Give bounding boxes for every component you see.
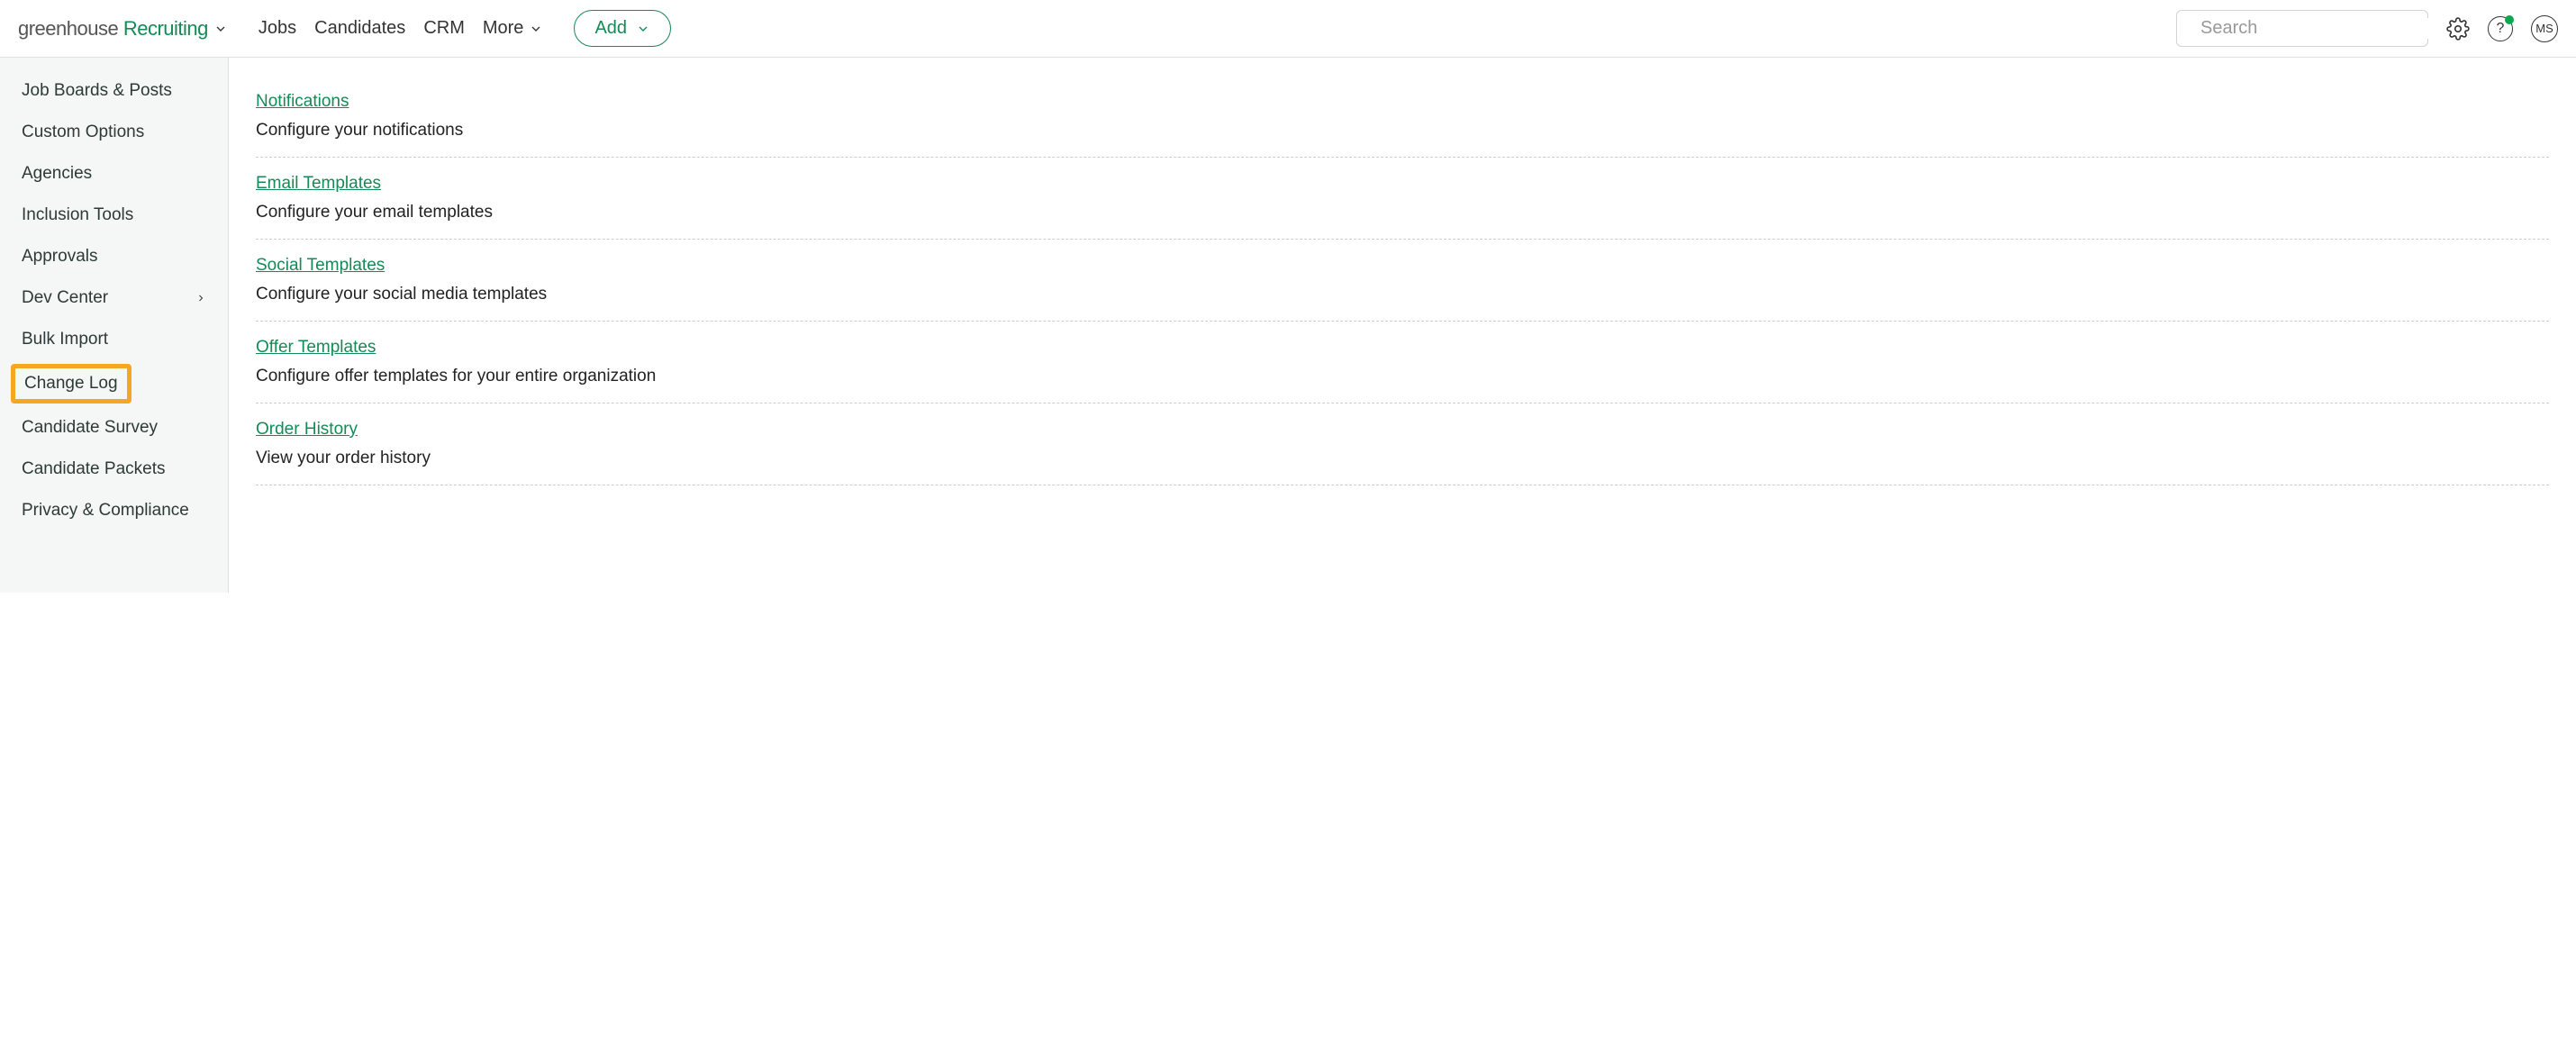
product-switcher[interactable]: greenhouse Recruiting (18, 17, 228, 41)
settings-button[interactable] (2446, 17, 2470, 41)
nav-more-label: More (483, 18, 524, 39)
notification-dot (2505, 15, 2514, 24)
sidebar-item-label: Change Log (24, 374, 118, 393)
setting-offer-templates: Offer Templates Configure offer template… (256, 322, 2549, 404)
sidebar-item-label: Inclusion Tools (22, 205, 133, 225)
body: Job Boards & Posts Custom Options Agenci… (0, 58, 2576, 593)
sidebar-item-approvals[interactable]: Approvals (0, 236, 228, 277)
sidebar-item-candidate-packets[interactable]: Candidate Packets (0, 449, 228, 490)
help-icon: ? (2488, 16, 2513, 41)
chevron-right-icon (195, 293, 206, 304)
sidebar: Job Boards & Posts Custom Options Agenci… (0, 58, 229, 593)
sidebar-item-privacy-compliance[interactable]: Privacy & Compliance (0, 490, 228, 531)
sidebar-item-label: Privacy & Compliance (22, 501, 189, 521)
main-nav: Jobs Candidates CRM More (259, 18, 544, 39)
sidebar-item-bulk-import[interactable]: Bulk Import (0, 319, 228, 360)
avatar: MS (2531, 15, 2558, 42)
nav-more[interactable]: More (483, 18, 544, 39)
add-button[interactable]: Add (574, 10, 671, 47)
chevron-down-icon (213, 22, 228, 36)
setting-notifications: Notifications Configure your notificatio… (256, 76, 2549, 158)
setting-email-templates: Email Templates Configure your email tem… (256, 158, 2549, 240)
setting-desc: Configure your email templates (256, 203, 2549, 222)
help-button[interactable]: ? (2488, 16, 2513, 41)
setting-desc: Configure offer templates for your entir… (256, 367, 2549, 386)
top-header: greenhouse Recruiting Jobs Candidates CR… (0, 0, 2576, 58)
sidebar-item-label: Bulk Import (22, 330, 108, 349)
sidebar-item-label: Job Boards & Posts (22, 81, 172, 101)
logo-text: greenhouse Recruiting (18, 17, 208, 41)
sidebar-item-inclusion-tools[interactable]: Inclusion Tools (0, 195, 228, 236)
sidebar-item-candidate-survey[interactable]: Candidate Survey (0, 407, 228, 449)
user-avatar[interactable]: MS (2531, 15, 2558, 42)
sidebar-item-label: Candidate Packets (22, 459, 166, 479)
chevron-down-icon (636, 22, 650, 36)
add-button-label: Add (594, 18, 627, 39)
link-notifications[interactable]: Notifications (256, 92, 349, 112)
main-content: Notifications Configure your notificatio… (229, 58, 2576, 593)
setting-social-templates: Social Templates Configure your social m… (256, 240, 2549, 322)
sidebar-item-change-log[interactable]: Change Log (11, 364, 132, 404)
sidebar-item-label: Candidate Survey (22, 418, 158, 438)
sidebar-item-label: Dev Center (22, 288, 108, 308)
setting-order-history: Order History View your order history (256, 404, 2549, 485)
link-offer-templates[interactable]: Offer Templates (256, 338, 376, 358)
nav-jobs[interactable]: Jobs (259, 18, 296, 39)
sidebar-item-agencies[interactable]: Agencies (0, 153, 228, 195)
header-right: ? MS (2176, 10, 2558, 47)
search-box[interactable] (2176, 10, 2428, 47)
search-input[interactable] (2200, 18, 2439, 39)
sidebar-item-dev-center[interactable]: Dev Center (0, 277, 228, 319)
link-order-history[interactable]: Order History (256, 420, 358, 440)
nav-candidates[interactable]: Candidates (314, 18, 405, 39)
setting-desc: View your order history (256, 449, 2549, 468)
setting-desc: Configure your social media templates (256, 285, 2549, 304)
sidebar-item-label: Custom Options (22, 122, 144, 142)
link-social-templates[interactable]: Social Templates (256, 256, 385, 276)
sidebar-item-label: Agencies (22, 164, 92, 184)
gear-icon (2446, 17, 2470, 41)
sidebar-item-label: Approvals (22, 247, 98, 267)
nav-crm[interactable]: CRM (423, 18, 465, 39)
chevron-down-icon (529, 22, 543, 36)
sidebar-item-custom-options[interactable]: Custom Options (0, 112, 228, 153)
sidebar-item-job-boards[interactable]: Job Boards & Posts (0, 70, 228, 112)
setting-desc: Configure your notifications (256, 121, 2549, 141)
link-email-templates[interactable]: Email Templates (256, 174, 381, 194)
